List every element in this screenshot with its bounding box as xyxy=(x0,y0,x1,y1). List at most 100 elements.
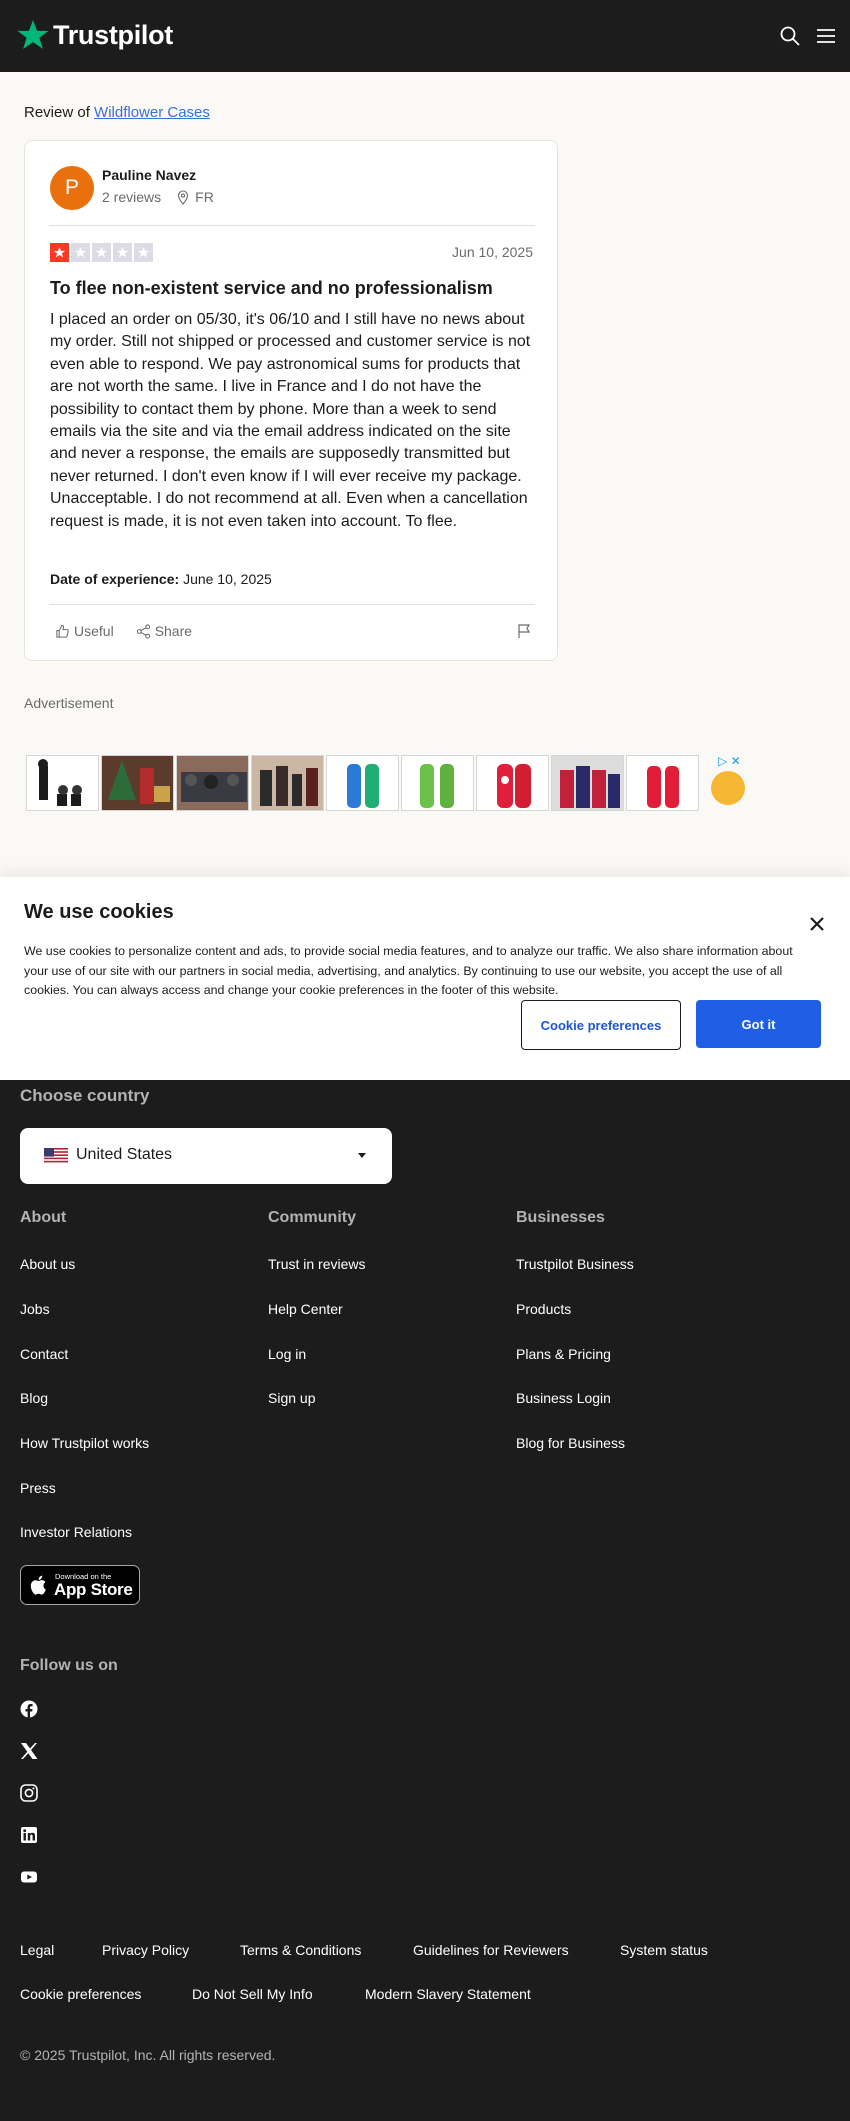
footer-link-business-login[interactable]: Business Login xyxy=(516,1390,611,1406)
x-icon[interactable] xyxy=(20,1742,38,1760)
footer-link-blog[interactable]: Blog xyxy=(20,1390,48,1406)
follow-heading: Follow us on xyxy=(20,1657,118,1674)
useful-button[interactable]: Useful xyxy=(55,623,114,639)
thumbs-up-icon xyxy=(56,624,69,638)
star-rating xyxy=(50,243,153,262)
review-date: Jun 10, 2025 xyxy=(452,244,533,260)
ad-product-image[interactable] xyxy=(401,755,474,811)
footer-link-products[interactable]: Products xyxy=(516,1301,571,1317)
review-actions: Useful Share xyxy=(55,623,214,639)
star-filled-icon xyxy=(50,243,69,262)
app-store-badge[interactable]: Download on the App Store xyxy=(20,1565,140,1605)
apple-icon xyxy=(30,1575,46,1595)
footer-link-contact[interactable]: Contact xyxy=(20,1346,68,1362)
accept-cookies-button[interactable]: Got it xyxy=(696,1000,821,1048)
footer-link-system-status[interactable]: System status xyxy=(620,1942,708,1958)
footer-link-how-it-works[interactable]: How Trustpilot works xyxy=(20,1435,149,1451)
experience-label: Date of experience: xyxy=(50,571,180,587)
cookie-text: We use cookies to personalize content an… xyxy=(24,944,793,997)
footer-link-blog-for-business[interactable]: Blog for Business xyxy=(516,1435,625,1451)
search-icon[interactable] xyxy=(778,24,802,48)
advertisement-label: Advertisement xyxy=(24,695,114,711)
ad-product-image[interactable] xyxy=(101,755,174,811)
review-title: To flee non-existent service and no prof… xyxy=(50,278,493,298)
footer-link-cookie-preferences[interactable]: Cookie preferences xyxy=(20,1986,141,2002)
ad-brand-logo[interactable] xyxy=(711,771,745,805)
logo-star-icon xyxy=(17,20,49,49)
company-link[interactable]: Wildflower Cases xyxy=(94,104,210,121)
ad-product-image[interactable] xyxy=(251,755,324,811)
close-icon[interactable] xyxy=(808,915,826,933)
footer-link-jobs[interactable]: Jobs xyxy=(20,1301,50,1317)
footer-link-do-not-sell[interactable]: Do Not Sell My Info xyxy=(192,1986,313,2002)
ad-product-image[interactable] xyxy=(551,755,624,811)
share-label: Share xyxy=(154,623,193,639)
footer-link-investor-relations[interactable]: Investor Relations xyxy=(20,1524,132,1540)
businesses-heading: Businesses xyxy=(516,1209,605,1226)
footer-link-trustpilot-business[interactable]: Trustpilot Business xyxy=(516,1256,634,1272)
share-icon xyxy=(136,623,150,639)
cookie-title: We use cookies xyxy=(24,901,174,923)
cookie-banner: We use cookies We use cookies to persona… xyxy=(0,877,850,1080)
ad-product-image[interactable] xyxy=(626,755,699,811)
youtube-icon[interactable] xyxy=(20,1868,38,1886)
avatar[interactable]: P xyxy=(50,166,94,210)
reviewer-country: FR xyxy=(195,189,214,205)
location-pin-icon xyxy=(178,189,189,205)
country-heading: Choose country xyxy=(20,1086,150,1105)
footer-link-legal[interactable]: Legal xyxy=(20,1942,54,1958)
review-of-prefix: Review of xyxy=(24,104,90,121)
about-heading: About xyxy=(20,1209,67,1226)
useful-label: Useful xyxy=(74,623,114,639)
ad-banner[interactable] xyxy=(26,755,752,812)
chevron-down-icon xyxy=(358,1153,366,1158)
star-empty-icon xyxy=(134,243,153,262)
footer-link-log-in[interactable]: Log in xyxy=(268,1346,306,1362)
linkedin-icon[interactable] xyxy=(20,1826,38,1844)
country-value: United States xyxy=(76,1146,173,1163)
copyright: © 2025 Trustpilot, Inc. All rights reser… xyxy=(20,2047,276,2063)
footer-link-help-center[interactable]: Help Center xyxy=(268,1301,343,1317)
report-flag-icon[interactable] xyxy=(517,623,532,639)
footer-link-privacy-policy[interactable]: Privacy Policy xyxy=(102,1942,189,1958)
footer-link-press[interactable]: Press xyxy=(20,1480,56,1496)
divider xyxy=(49,225,535,226)
review-of-breadcrumb: Review of Wildflower Cases xyxy=(24,104,210,121)
footer-link-plans-pricing[interactable]: Plans & Pricing xyxy=(516,1346,611,1362)
footer-link-about-us[interactable]: About us xyxy=(20,1256,75,1272)
reviewer-name[interactable]: Pauline Navez xyxy=(102,167,196,183)
share-button[interactable]: Share xyxy=(136,623,192,639)
review-body: I placed an order on 05/30, it's 06/10 a… xyxy=(50,311,531,530)
us-flag-icon xyxy=(44,1148,68,1164)
community-heading: Community xyxy=(268,1209,356,1226)
ad-choices-icon[interactable]: ▷ ✕ xyxy=(718,754,741,768)
footer-link-trust-in-reviews[interactable]: Trust in reviews xyxy=(268,1256,366,1272)
ad-product-image[interactable] xyxy=(26,755,99,811)
cookie-preferences-button[interactable]: Cookie preferences xyxy=(521,1000,681,1050)
star-empty-icon xyxy=(92,243,111,262)
star-empty-icon xyxy=(113,243,132,262)
ad-product-image[interactable] xyxy=(326,755,399,811)
review-count: 2 reviews xyxy=(102,189,162,205)
brand-name: Trustpilot xyxy=(53,19,173,50)
date-of-experience: Date of experience: June 10, 2025 xyxy=(50,571,272,587)
ad-product-image[interactable] xyxy=(476,755,549,811)
footer-link-terms[interactable]: Terms & Conditions xyxy=(240,1942,361,1958)
review-card: P Pauline Navez 2 reviews FR Jun 10, 202… xyxy=(24,140,558,661)
footer-link-modern-slavery[interactable]: Modern Slavery Statement xyxy=(365,1986,531,2002)
footer-link-sign-up[interactable]: Sign up xyxy=(268,1390,315,1406)
divider xyxy=(49,604,535,605)
country-select[interactable]: United States xyxy=(20,1128,392,1184)
facebook-icon[interactable] xyxy=(20,1700,38,1718)
star-empty-icon xyxy=(71,243,90,262)
experience-date: June 10, 2025 xyxy=(183,571,272,587)
footer-link-guidelines[interactable]: Guidelines for Reviewers xyxy=(413,1942,569,1958)
trustpilot-logo[interactable]: Trustpilot xyxy=(16,18,173,52)
reviewer-meta: 2 reviews FR xyxy=(102,189,214,205)
instagram-icon[interactable] xyxy=(20,1784,38,1802)
site-footer: Choose country United States About About… xyxy=(0,1080,850,2121)
menu-icon[interactable] xyxy=(814,24,838,48)
ad-product-image[interactable] xyxy=(176,755,249,811)
site-header: Trustpilot xyxy=(0,0,850,72)
app-store-big-text: App Store xyxy=(54,1580,133,1599)
